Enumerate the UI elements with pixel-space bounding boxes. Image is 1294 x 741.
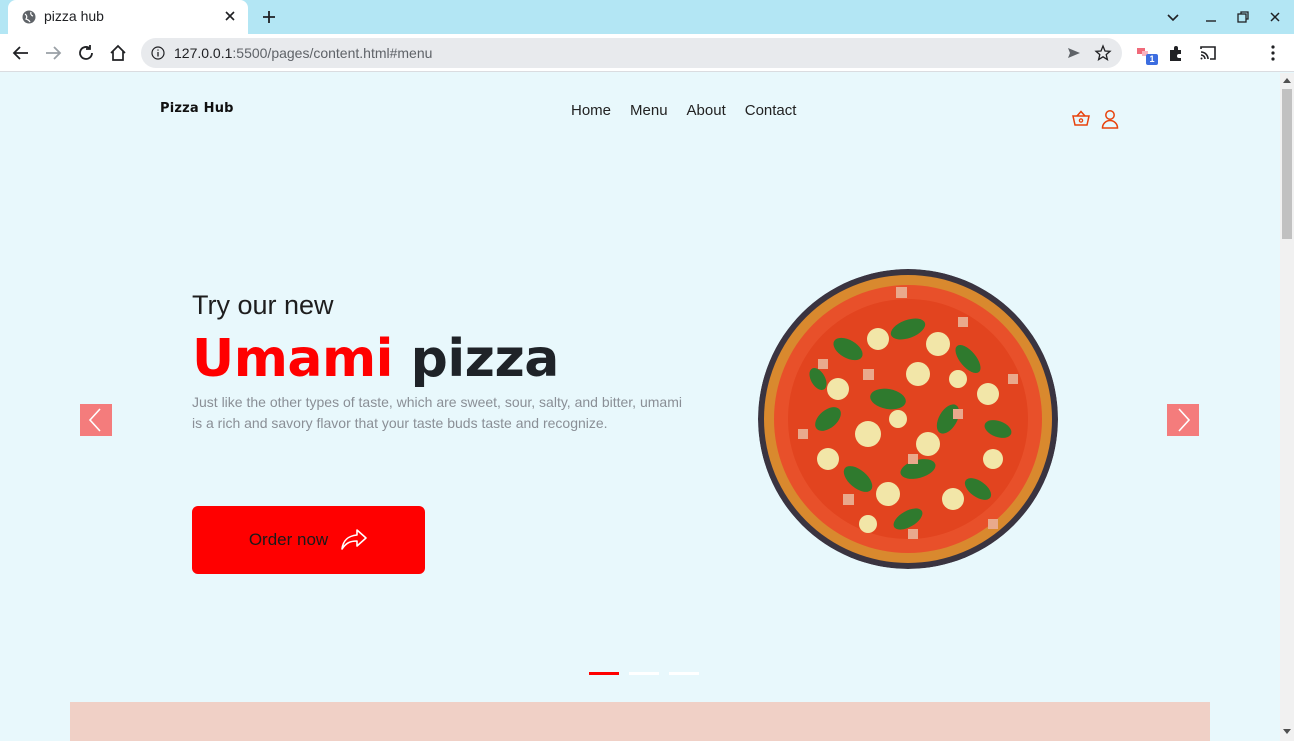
carousel-dot[interactable] xyxy=(669,672,699,675)
new-tab-icon[interactable] xyxy=(258,6,280,28)
hero-title-rest: pizza xyxy=(410,329,560,389)
basket-icon[interactable] xyxy=(1072,110,1090,128)
scrollbar-thumb[interactable] xyxy=(1282,89,1292,239)
nav-contact[interactable]: Contact xyxy=(745,102,797,119)
browser-tab-strip: pizza hub xyxy=(0,0,1294,34)
tab-search-chevron-icon[interactable] xyxy=(1164,8,1182,26)
url-host: 127.0.0.1 xyxy=(174,45,233,61)
page-viewport: Pizza Hub Home Menu About Contact Try ou… xyxy=(0,73,1280,741)
hero-title-accent: Umami xyxy=(192,329,394,389)
carousel-prev-button[interactable] xyxy=(80,404,112,436)
site-info-icon[interactable] xyxy=(151,46,165,60)
kebab-menu-icon[interactable] xyxy=(1262,42,1284,64)
carousel-indicators xyxy=(589,672,699,675)
hero-title: Umami pizza xyxy=(192,329,559,389)
restore-icon[interactable] xyxy=(1234,8,1252,26)
chevron-left-icon xyxy=(88,408,101,432)
tab-title: pizza hub xyxy=(44,8,104,24)
scroll-up-icon[interactable] xyxy=(1283,76,1291,84)
back-icon[interactable] xyxy=(10,42,32,64)
home-icon[interactable] xyxy=(107,42,129,64)
carousel-dot[interactable] xyxy=(589,672,619,675)
reload-icon[interactable] xyxy=(75,42,97,64)
browser-tab[interactable]: pizza hub xyxy=(8,0,248,34)
close-window-icon[interactable] xyxy=(1266,8,1284,26)
carousel-dot[interactable] xyxy=(629,672,659,675)
next-section-band xyxy=(70,702,1210,741)
nav-about[interactable]: About xyxy=(687,102,726,119)
address-bar[interactable]: 127.0.0.1:5500/pages/content.html#menu xyxy=(141,38,1122,68)
pizza-image xyxy=(758,269,1058,569)
url-path: :5500/pages/content.html#menu xyxy=(232,45,433,61)
user-icon[interactable] xyxy=(1101,109,1119,129)
order-now-label: Order now xyxy=(248,530,329,549)
scroll-down-icon[interactable] xyxy=(1283,728,1291,736)
extension-badge: 1 xyxy=(1146,54,1158,65)
nav-menu[interactable]: Menu xyxy=(630,102,668,119)
minimize-icon[interactable] xyxy=(1202,8,1220,26)
send-tab-icon[interactable] xyxy=(1066,45,1082,61)
cast-icon[interactable] xyxy=(1197,42,1219,64)
chevron-right-icon xyxy=(1178,408,1191,432)
bookmark-star-icon[interactable] xyxy=(1094,44,1112,62)
globe-icon xyxy=(22,10,36,24)
url-text: 127.0.0.1:5500/pages/content.html#menu xyxy=(174,45,432,61)
forward-icon[interactable] xyxy=(42,42,64,64)
main-nav: Home Menu About Contact xyxy=(571,102,796,119)
browser-toolbar: 127.0.0.1:5500/pages/content.html#menu xyxy=(0,34,1294,98)
site-logo[interactable]: Pizza Hub xyxy=(160,101,234,116)
hero-description: Just like the other types of taste, whic… xyxy=(192,394,682,431)
nav-home[interactable]: Home xyxy=(571,102,611,119)
order-now-button[interactable]: Order now xyxy=(192,506,425,574)
close-tab-icon[interactable] xyxy=(220,6,240,26)
hero-kicker: Try our new xyxy=(192,290,334,320)
puzzle-extensions-icon[interactable] xyxy=(1165,42,1187,64)
share-arrow-icon xyxy=(341,529,367,550)
carousel-next-button[interactable] xyxy=(1167,404,1199,436)
